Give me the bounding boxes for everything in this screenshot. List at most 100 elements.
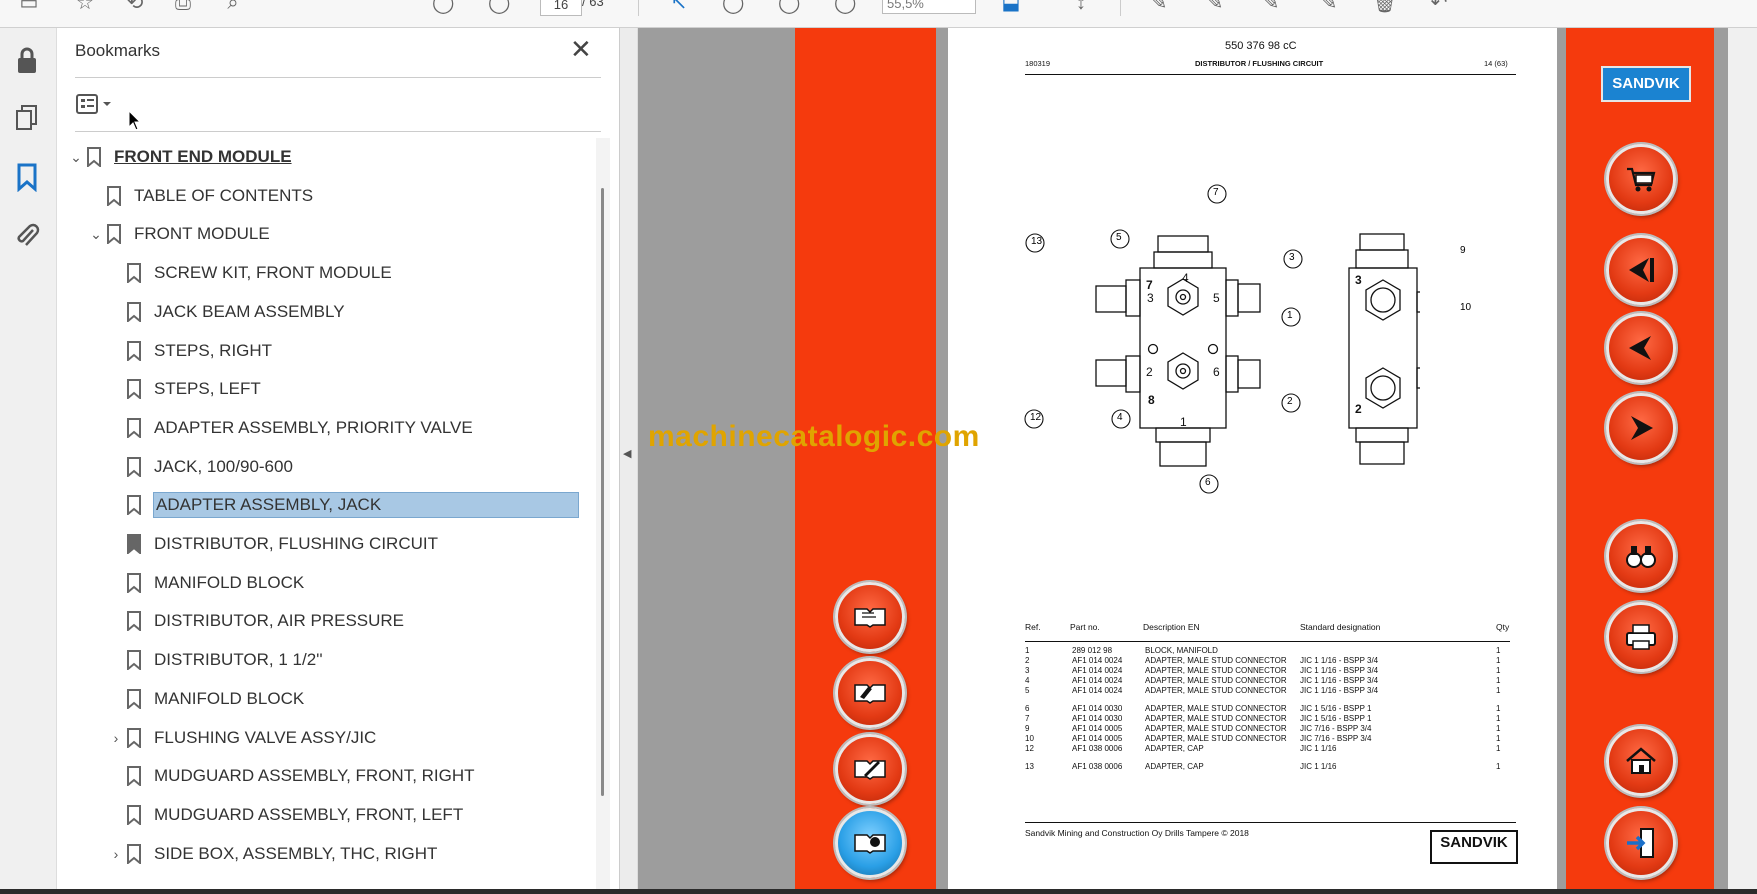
- page-up-icon[interactable]: ◯: [432, 0, 454, 14]
- chevron-right-icon[interactable]: ›: [106, 846, 126, 862]
- svg-text:2: 2: [1355, 402, 1362, 416]
- bookmark-label: JACK, 100/90-600: [154, 456, 293, 476]
- select-cursor-icon[interactable]: ↖: [668, 0, 690, 14]
- scroll-thumb[interactable]: [601, 188, 604, 796]
- bookmark-item[interactable]: MANIFOLD BLOCK: [106, 566, 304, 600]
- bookmark-label: SIDE BOX, ASSEMBLY, THC, RIGHT: [154, 843, 438, 863]
- bookmark-icon: [127, 688, 141, 709]
- comment-icon[interactable]: ✎: [1148, 0, 1170, 14]
- bookmark-add-icon[interactable]: ☆: [74, 0, 96, 14]
- bookmark-item[interactable]: ⌄ FRONT MODULE: [86, 217, 270, 251]
- bookmark-item[interactable]: TABLE OF CONTENTS: [86, 179, 313, 213]
- bookmark-item[interactable]: SCREW KIT, FRONT MODULE: [106, 256, 392, 290]
- watermark: machinecatalogic.com: [648, 420, 980, 453]
- table-cell: ADAPTER, MALE STUD CONNECTOR: [1145, 656, 1287, 665]
- bookmark-item[interactable]: STEPS, LEFT: [106, 372, 261, 406]
- bookmark-item[interactable]: › FLUSHING VALVE ASSY/JIC: [106, 721, 376, 755]
- table-cell: 2: [1025, 656, 1030, 665]
- collapse-panel-icon[interactable]: ◀: [623, 447, 631, 460]
- lock-icon[interactable]: [14, 46, 40, 73]
- svg-text:4: 4: [1182, 271, 1189, 285]
- home-button[interactable]: [1606, 726, 1676, 796]
- bookmark-label: MANIFOLD BLOCK: [154, 572, 305, 592]
- first-page-button[interactable]: [1606, 235, 1676, 305]
- bookmark-item[interactable]: MANIFOLD BLOCK: [106, 682, 304, 716]
- callout-number: 1: [1287, 310, 1293, 321]
- print-icon[interactable]: ⎙: [172, 0, 194, 14]
- print-button[interactable]: [1606, 602, 1676, 672]
- cart-button[interactable]: [1606, 144, 1676, 214]
- table-cell: 1: [1496, 714, 1501, 723]
- document-page-number: 14 (63): [1484, 59, 1508, 68]
- bookmark-icon: [127, 301, 141, 322]
- bookmark-icon: [127, 727, 141, 748]
- svg-text:6: 6: [1213, 365, 1220, 379]
- exit-button[interactable]: [1606, 808, 1676, 878]
- bookmark-item[interactable]: › SIDE BOX, ASSEMBLY, THC, RIGHT: [106, 837, 437, 871]
- zoom-out-icon[interactable]: ◯: [778, 0, 800, 14]
- search-binoculars-button[interactable]: [1606, 521, 1676, 591]
- draw-icon[interactable]: ✎: [1318, 0, 1340, 14]
- bookmark-item[interactable]: DISTRIBUTOR, AIR PRESSURE: [106, 604, 404, 638]
- table-cell: ADAPTER, MALE STUD CONNECTOR: [1145, 676, 1287, 685]
- search-icon[interactable]: ⌕: [222, 0, 244, 14]
- table-cell: 1: [1496, 656, 1501, 665]
- divider: [75, 77, 601, 78]
- save-icon[interactable]: ▭: [18, 0, 40, 14]
- bookmark-icon: [127, 417, 141, 438]
- bookmark-item[interactable]: MUDGUARD ASSEMBLY, FRONT, LEFT: [106, 798, 463, 832]
- sign-icon[interactable]: ✎: [1260, 0, 1282, 14]
- bookmark-item[interactable]: JACK, 100/90-600: [106, 450, 293, 484]
- notes-button[interactable]: [835, 734, 905, 804]
- callout-number: 10: [1460, 302, 1472, 313]
- divider: [1120, 0, 1121, 16]
- chevron-down-icon[interactable]: ⌄: [66, 149, 86, 166]
- delete-icon[interactable]: 🗑: [1372, 0, 1397, 14]
- distributor-diagram: 4 7 3 5 2 6 8 1 3 2: [1024, 184, 1420, 494]
- page-down-icon[interactable]: ◯: [488, 0, 510, 14]
- zoom-in-icon[interactable]: ◯: [834, 0, 856, 14]
- table-cell: ADAPTER, MALE STUD CONNECTOR: [1145, 724, 1287, 733]
- page-number-input[interactable]: [540, 0, 582, 16]
- scroll-mode-icon[interactable]: ↕: [1070, 0, 1092, 14]
- bookmark-icon: [107, 185, 121, 206]
- chevron-down-icon[interactable]: ⌄: [86, 226, 106, 243]
- close-icon[interactable]: ✕: [570, 36, 592, 62]
- highlight-icon[interactable]: ✎: [1204, 0, 1226, 14]
- parts-list-button[interactable]: [835, 658, 905, 728]
- table-cell: 12: [1025, 744, 1034, 753]
- bookmarks-icon[interactable]: [14, 162, 40, 193]
- upload-icon[interactable]: ⟲: [124, 0, 146, 14]
- column-header-description: Description EN: [1143, 622, 1200, 632]
- scrollbar[interactable]: [596, 138, 610, 889]
- table-cell: BLOCK, MANIFOLD: [1145, 646, 1218, 655]
- bookmark-item[interactable]: MUDGUARD ASSEMBLY, FRONT, RIGHT: [106, 759, 475, 793]
- bookmark-item[interactable]: ⌄ FRONT END MODULE: [66, 140, 292, 174]
- callout-number: 2: [1287, 396, 1293, 407]
- zoom-field[interactable]: 55,5%: [882, 0, 976, 14]
- bookmark-label: DISTRIBUTOR, FLUSHING CIRCUIT: [154, 534, 438, 553]
- chevron-right-icon[interactable]: ›: [106, 730, 126, 746]
- catalog-button[interactable]: [835, 582, 905, 652]
- table-rule: [1025, 641, 1510, 642]
- options-menu-button[interactable]: [75, 91, 119, 119]
- hand-tool-icon[interactable]: ◯: [722, 0, 744, 14]
- manual-button[interactable]: [835, 808, 905, 878]
- bookmark-item[interactable]: ADAPTER ASSEMBLY, JACK: [106, 488, 579, 522]
- bookmark-item[interactable]: DISTRIBUTOR, 1 1/2'': [106, 643, 323, 677]
- bookmark-item[interactable]: ADAPTER ASSEMBLY, PRIORITY VALVE: [106, 411, 473, 445]
- attachment-icon[interactable]: [14, 220, 40, 246]
- bookmark-item[interactable]: JACK BEAM ASSEMBLY: [106, 295, 345, 329]
- bookmark-item[interactable]: STEPS, RIGHT: [106, 334, 272, 368]
- table-cell: 1: [1025, 646, 1030, 655]
- pages-thumbnail-icon[interactable]: [14, 104, 40, 130]
- undo-icon[interactable]: ↶: [1428, 0, 1450, 14]
- previous-page-button[interactable]: [1606, 313, 1676, 383]
- next-page-button[interactable]: [1606, 393, 1676, 463]
- column-header-standard: Standard designation: [1300, 622, 1381, 632]
- svg-text:8: 8: [1148, 393, 1155, 407]
- bookmark-item[interactable]: DISTRIBUTOR, FLUSHING CIRCUIT: [106, 527, 438, 561]
- table-cell: 1: [1496, 724, 1501, 733]
- footer-sandvik-logo: SANDVIK: [1430, 830, 1518, 864]
- fit-page-icon[interactable]: ⬓: [1000, 0, 1022, 14]
